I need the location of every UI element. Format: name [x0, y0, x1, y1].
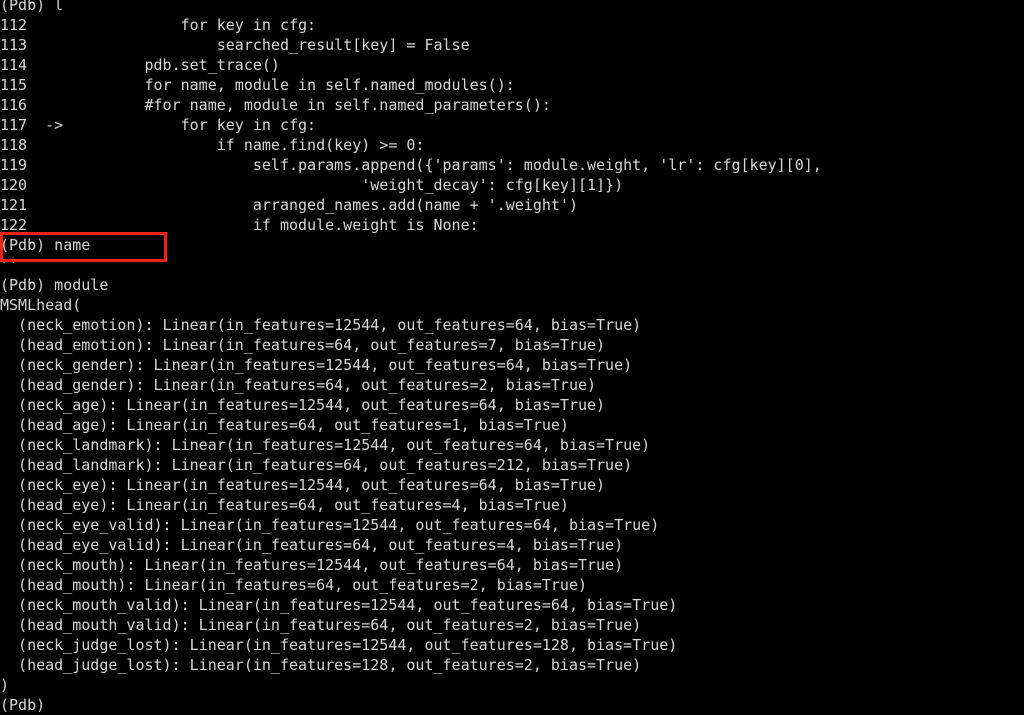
terminal-window[interactable]: (Pdb) l 112 for key in cfg: 113 searched_r…: [0, 0, 1024, 714]
terminal-line: (neck_gender): Linear(in_features=12544,…: [0, 356, 633, 374]
terminal-line: (head_eye): Linear(in_features=64, out_f…: [0, 496, 569, 514]
terminal-line: 116 #for name, module in self.named_para…: [0, 96, 551, 114]
terminal-line: (neck_eye_valid): Linear(in_features=125…: [0, 516, 660, 534]
terminal-line: (head_judge_lost): Linear(in_features=12…: [0, 656, 642, 674]
terminal-line: (Pdb) l: [0, 0, 64, 14]
terminal-line: (head_mouth): Linear(in_features=64, out…: [0, 576, 587, 594]
terminal-line: (neck_age): Linear(in_features=12544, ou…: [0, 396, 606, 414]
terminal-line: 121 arranged_names.add(name + '.weight'): [0, 196, 578, 214]
terminal-line: 113 searched_result[key] = False: [0, 36, 470, 54]
terminal-line: (head_age): Linear(in_features=64, out_f…: [0, 416, 569, 434]
terminal-line: (neck_judge_lost): Linear(in_features=12…: [0, 636, 678, 654]
terminal-line: (neck_emotion): Linear(in_features=12544…: [0, 316, 642, 334]
terminal-line: 118 if name.find(key) >= 0:: [0, 136, 425, 154]
terminal-line: 122 if module.weight is None:: [0, 216, 479, 234]
terminal-line: (neck_landmark): Linear(in_features=1254…: [0, 436, 651, 454]
terminal-line: 115 for name, module in self.named_modul…: [0, 76, 515, 94]
terminal-line: ): [0, 676, 10, 694]
terminal-line: (head_landmark): Linear(in_features=64, …: [0, 456, 633, 474]
terminal-line: (head_emotion): Linear(in_features=64, o…: [0, 336, 606, 354]
terminal-line: 119 self.params.append({'params': module…: [0, 156, 822, 174]
terminal-line: (neck_mouth_valid): Linear(in_features=1…: [0, 596, 678, 614]
terminal-line: (neck_eye): Linear(in_features=12544, ou…: [0, 476, 606, 494]
terminal-line: (Pdb) module: [0, 276, 109, 294]
terminal-line: (head_eye_valid): Linear(in_features=64,…: [0, 536, 624, 554]
terminal-line: 114 pdb.set_trace(): [0, 56, 280, 74]
terminal-line: (Pdb) name: [0, 236, 91, 254]
terminal-line: (head_gender): Linear(in_features=64, ou…: [0, 376, 597, 394]
terminal-line: (Pdb): [0, 696, 46, 714]
terminal-output: (Pdb) l 112 for key in cfg: 113 searched_r…: [0, 0, 1024, 715]
terminal-line: (head_mouth_valid): Linear(in_features=6…: [0, 616, 642, 634]
terminal-line: MSMLhead(: [0, 296, 82, 314]
terminal-line: (neck_mouth): Linear(in_features=12544, …: [0, 556, 624, 574]
terminal-line: '': [0, 256, 19, 274]
terminal-line: 117 -> for key in cfg:: [0, 116, 317, 134]
terminal-line: 112 for key in cfg:: [0, 16, 317, 34]
terminal-line: 120 'weight_decay': cfg[key][1]}): [0, 176, 624, 194]
